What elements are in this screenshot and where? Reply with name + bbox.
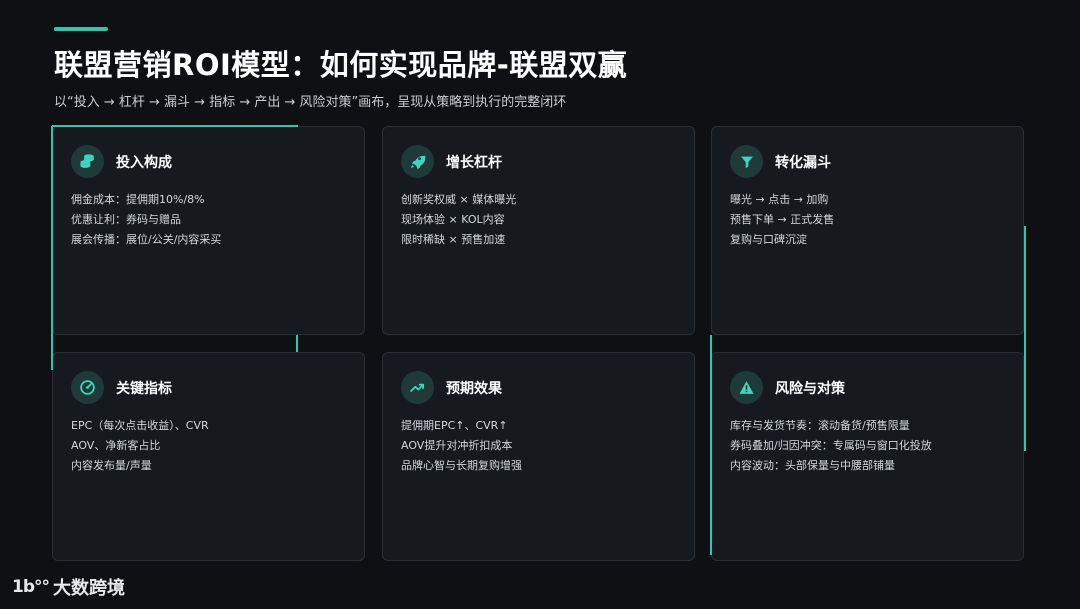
card-lines: 提佣期EPC↑、CVR↑ AOV提升对冲折扣成本 品牌心智与长期复购增强: [401, 416, 522, 476]
card-line: 券码叠加/归因冲突：专属码与窗口化投放: [730, 439, 932, 452]
accent-line: [296, 335, 298, 352]
card-line: 展会传播：展位/公关/内容采买: [71, 233, 222, 246]
card-line: 提佣期EPC↑、CVR↑: [401, 419, 508, 432]
accent-line: [52, 125, 298, 127]
card-line: EPC（每次点击收益）、CVR: [71, 419, 209, 432]
card-header: 投入构成: [71, 145, 172, 178]
card-line: 创新奖权威 × 媒体曝光: [401, 193, 517, 206]
page-title: 联盟营销ROI模型：如何实现品牌-联盟双赢: [54, 48, 628, 82]
card-line: 内容发布量/声量: [71, 459, 152, 472]
card-line: 优惠让利：券码与赠品: [71, 213, 181, 226]
card-header: 转化漏斗: [730, 145, 831, 178]
card-key-metrics: 关键指标 EPC（每次点击收益）、CVR AOV、净新客占比 内容发布量/声量: [52, 352, 365, 561]
accent-line: [710, 352, 712, 555]
card-header: 关键指标: [71, 371, 172, 404]
card-title: 增长杠杆: [446, 154, 502, 171]
card-line: 佣金成本：提佣期10%/8%: [71, 193, 205, 206]
card-lines: 创新奖权威 × 媒体曝光 现场体验 × KOL内容 限时稀缺 × 预售加速: [401, 190, 516, 250]
title-accent-bar: [54, 27, 108, 31]
card-line: 库存与发货节奏：滚动备货/预售限量: [730, 419, 910, 432]
card-line: 限时稀缺 × 预售加速: [401, 233, 506, 246]
card-title: 转化漏斗: [775, 154, 831, 171]
card-lines: 佣金成本：提佣期10%/8% 优惠让利：券码与赠品 展会传播：展位/公关/内容采…: [71, 190, 221, 250]
warning-icon: [730, 371, 763, 404]
page-subtitle: 以“投入 → 杠杆 → 漏斗 → 指标 → 产出 → 风险对策”画布，呈现从策略…: [54, 95, 567, 110]
card-lines: 库存与发货节奏：滚动备货/预售限量 券码叠加/归因冲突：专属码与窗口化投放 内容…: [730, 416, 932, 476]
trend-up-icon: [401, 371, 434, 404]
card-expected-effects: 预期效果 提佣期EPC↑、CVR↑ AOV提升对冲折扣成本 品牌心智与长期复购增…: [382, 352, 695, 561]
card-growth-levers: 增长杠杆 创新奖权威 × 媒体曝光 现场体验 × KOL内容 限时稀缺 × 预售…: [382, 126, 695, 335]
funnel-icon: [730, 145, 763, 178]
accent-line: [1024, 226, 1026, 451]
accent-line: [710, 335, 712, 352]
rocket-icon: [401, 145, 434, 178]
card-investment: 投入构成 佣金成本：提佣期10%/8% 优惠让利：券码与赠品 展会传播：展位/公…: [52, 126, 365, 335]
card-line: 预售下单 → 正式发售: [730, 213, 835, 226]
card-header: 风险与对策: [730, 371, 845, 404]
card-lines: EPC（每次点击收益）、CVR AOV、净新客占比 内容发布量/声量: [71, 416, 209, 476]
card-title: 预期效果: [446, 380, 502, 397]
card-line: AOV、净新客占比: [71, 439, 161, 452]
card-line: 内容波动：头部保量与中腰部铺量: [730, 459, 895, 472]
card-line: AOV提升对冲折扣成本: [401, 439, 513, 452]
brand-name: 大数跨境: [53, 578, 125, 599]
accent-line: [51, 126, 53, 370]
brand-watermark: 1b°° 大数跨境: [12, 574, 125, 600]
card-risks-countermeasures: 风险与对策 库存与发货节奏：滚动备货/预售限量 券码叠加/归因冲突：专属码与窗口…: [711, 352, 1024, 561]
coins-icon: [71, 145, 104, 178]
card-line: 品牌心智与长期复购增强: [401, 459, 522, 472]
gauge-icon: [71, 371, 104, 404]
card-header: 预期效果: [401, 371, 502, 404]
card-title: 风险与对策: [775, 380, 845, 397]
brand-logo: 1b°°: [12, 577, 50, 597]
card-conversion-funnel: 转化漏斗 曝光 → 点击 → 加购 预售下单 → 正式发售 复购与口碑沉淀: [711, 126, 1024, 335]
roi-canvas-grid: 投入构成 佣金成本：提佣期10%/8% 优惠让利：券码与赠品 展会传播：展位/公…: [51, 125, 1027, 562]
card-line: 曝光 → 点击 → 加购: [730, 193, 829, 206]
card-line: 复购与口碑沉淀: [730, 233, 807, 246]
card-header: 增长杠杆: [401, 145, 502, 178]
card-line: 现场体验 × KOL内容: [401, 213, 505, 226]
card-lines: 曝光 → 点击 → 加购 预售下单 → 正式发售 复购与口碑沉淀: [730, 190, 834, 250]
card-title: 关键指标: [116, 380, 172, 397]
card-title: 投入构成: [116, 154, 172, 171]
